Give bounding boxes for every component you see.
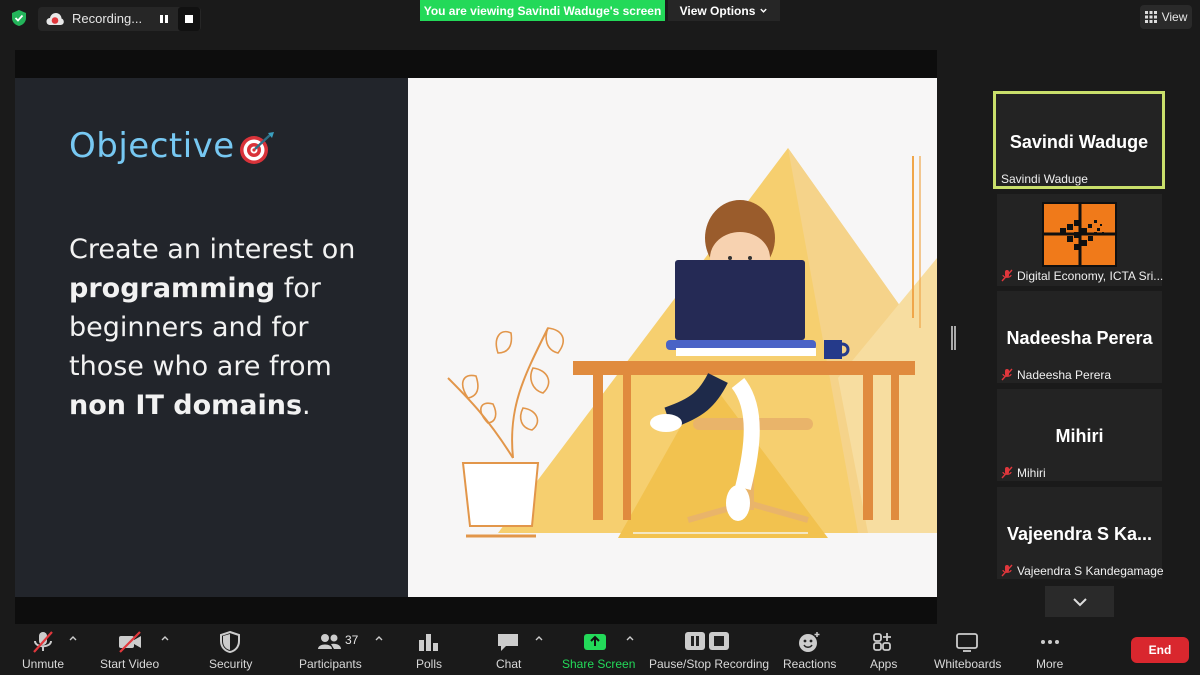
whiteboard-icon: [956, 633, 978, 652]
person-at-desk-illustration: [447, 148, 937, 538]
pause-stop-icon: [685, 632, 729, 650]
icta-logo-icon: [1044, 204, 1115, 265]
bar-chart-icon: [419, 634, 438, 651]
apps-button[interactable]: Apps: [866, 625, 900, 675]
apps-label: Apps: [870, 657, 898, 671]
body-text-3: .: [302, 390, 311, 421]
view-options-label: View Options: [679, 3, 756, 18]
pause-icon: [159, 15, 168, 23]
participant-display-name: Vajeendra S Ka...: [1006, 524, 1153, 544]
microphone-muted-icon: [33, 631, 53, 653]
security-button[interactable]: Security: [205, 625, 255, 675]
participant-tile[interactable]: Nadeesha Perera Nadeesha Perera: [997, 291, 1162, 383]
panel-resize-handle[interactable]: [951, 326, 956, 350]
pause-recording-button[interactable]: [152, 7, 175, 31]
participant-display-name: Mihiri: [1055, 426, 1104, 446]
whiteboards-button[interactable]: Whiteboards: [930, 625, 1004, 675]
chat-bubble-icon: [498, 634, 518, 651]
video-options-chevron-icon[interactable]: [160, 633, 170, 643]
microphone-muted-icon: [1001, 466, 1013, 479]
microphone-muted-icon: [1001, 564, 1013, 577]
reactions-button[interactable]: Reactions: [781, 625, 837, 675]
security-label: Security: [209, 657, 253, 671]
slide-title: Objective: [69, 126, 235, 166]
slide-body-text: Create an interest on programming for be…: [69, 230, 389, 425]
participant-display-name: Nadeesha Perera: [1006, 328, 1153, 348]
shield-icon: [220, 630, 240, 654]
chevron-down-icon: [1072, 597, 1087, 606]
microphone-muted-icon: [1001, 368, 1013, 381]
participants-label: Participants: [299, 657, 362, 671]
participant-display-name: Savindi Waduge: [1009, 132, 1149, 152]
chat-button[interactable]: Chat: [492, 625, 524, 675]
chat-label: Chat: [496, 657, 522, 671]
apps-icon: [873, 633, 891, 651]
polls-button[interactable]: Polls: [410, 625, 446, 675]
participant-tile[interactable]: Mihiri Mihiri: [997, 389, 1162, 481]
slide-illustration-panel: [408, 78, 937, 597]
participant-name-label: Nadeesha Perera: [1017, 368, 1112, 382]
start-video-button[interactable]: Start Video: [98, 625, 163, 675]
participant-name-label: Digital Economy, ICTA Sri...: [1017, 269, 1164, 283]
participant-name-label: Savindi Waduge: [1001, 172, 1088, 186]
target-dart-icon: [240, 132, 274, 164]
participants-button[interactable]: 37 Participants: [296, 625, 366, 675]
cloud-recording-icon: [46, 13, 64, 25]
view-label: View: [1161, 10, 1188, 24]
start-video-label: Start Video: [100, 657, 160, 671]
smiley-icon: [799, 632, 820, 652]
recording-label: Recording...: [72, 11, 143, 26]
viewing-screen-banner: You are viewing Savindi Waduge's screen: [420, 0, 665, 21]
share-screen-icon: [584, 634, 606, 650]
share-screen-button[interactable]: Share Screen: [558, 625, 636, 675]
participant-avatar: [1042, 202, 1117, 267]
participant-tile[interactable]: Digital Economy, ICTA Sri...: [997, 194, 1164, 286]
body-text-1: Create an interest on: [69, 234, 356, 265]
share-screen-label: Share Screen: [562, 657, 636, 671]
slide-text-panel: Objective Create an interest on programm…: [15, 78, 408, 597]
participants-options-chevron-icon[interactable]: [374, 633, 384, 643]
end-meeting-button[interactable]: End: [1131, 637, 1189, 663]
more-label: More: [1036, 657, 1064, 671]
security-shield-icon[interactable]: [10, 9, 28, 27]
more-dots-icon: [1041, 640, 1059, 644]
chevron-down-icon: [760, 8, 768, 13]
view-layout-button[interactable]: View: [1140, 5, 1192, 29]
recording-indicator[interactable]: Recording...: [38, 7, 201, 31]
unmute-button[interactable]: Unmute: [18, 625, 68, 675]
pause-stop-recording-label: Pause/Stop Recording: [649, 657, 770, 671]
whiteboards-label: Whiteboards: [934, 657, 1002, 671]
grid-icon: [1144, 11, 1157, 23]
body-text-bold-1: programming: [69, 273, 276, 304]
reactions-label: Reactions: [783, 657, 837, 671]
microphone-muted-icon: [1001, 269, 1013, 282]
meeting-toolbar: Unmute Start Video Security 37 Participa…: [0, 625, 1200, 675]
participant-tile[interactable]: Vajeendra S Ka... Vajeendra S Kandegamag…: [997, 487, 1164, 579]
presentation-slide: Objective Create an interest on programm…: [15, 78, 937, 597]
view-options-button[interactable]: View Options: [668, 0, 780, 21]
participant-tile-active[interactable]: Savindi Waduge Savindi Waduge: [993, 91, 1165, 189]
chat-options-chevron-icon[interactable]: [534, 633, 544, 643]
stop-recording-button[interactable]: [178, 7, 200, 31]
pause-stop-recording-button[interactable]: Pause/Stop Recording: [645, 625, 769, 675]
scroll-participants-down-button[interactable]: [1045, 586, 1114, 617]
shared-screen[interactable]: Objective Create an interest on programm…: [15, 50, 937, 624]
video-off-icon: [119, 631, 141, 653]
participant-name-label: Vajeendra S Kandegamage: [1017, 564, 1164, 578]
stop-icon: [185, 15, 193, 23]
audio-options-chevron-icon[interactable]: [68, 633, 78, 643]
unmute-label: Unmute: [22, 657, 65, 671]
share-options-chevron-icon[interactable]: [625, 633, 635, 643]
participant-count: 37: [345, 633, 359, 647]
participant-name-label: Mihiri: [1017, 466, 1046, 480]
more-button[interactable]: More: [1032, 625, 1068, 675]
polls-label: Polls: [416, 657, 443, 671]
body-text-bold-2: non IT domains: [69, 390, 303, 421]
people-icon: [318, 634, 341, 649]
